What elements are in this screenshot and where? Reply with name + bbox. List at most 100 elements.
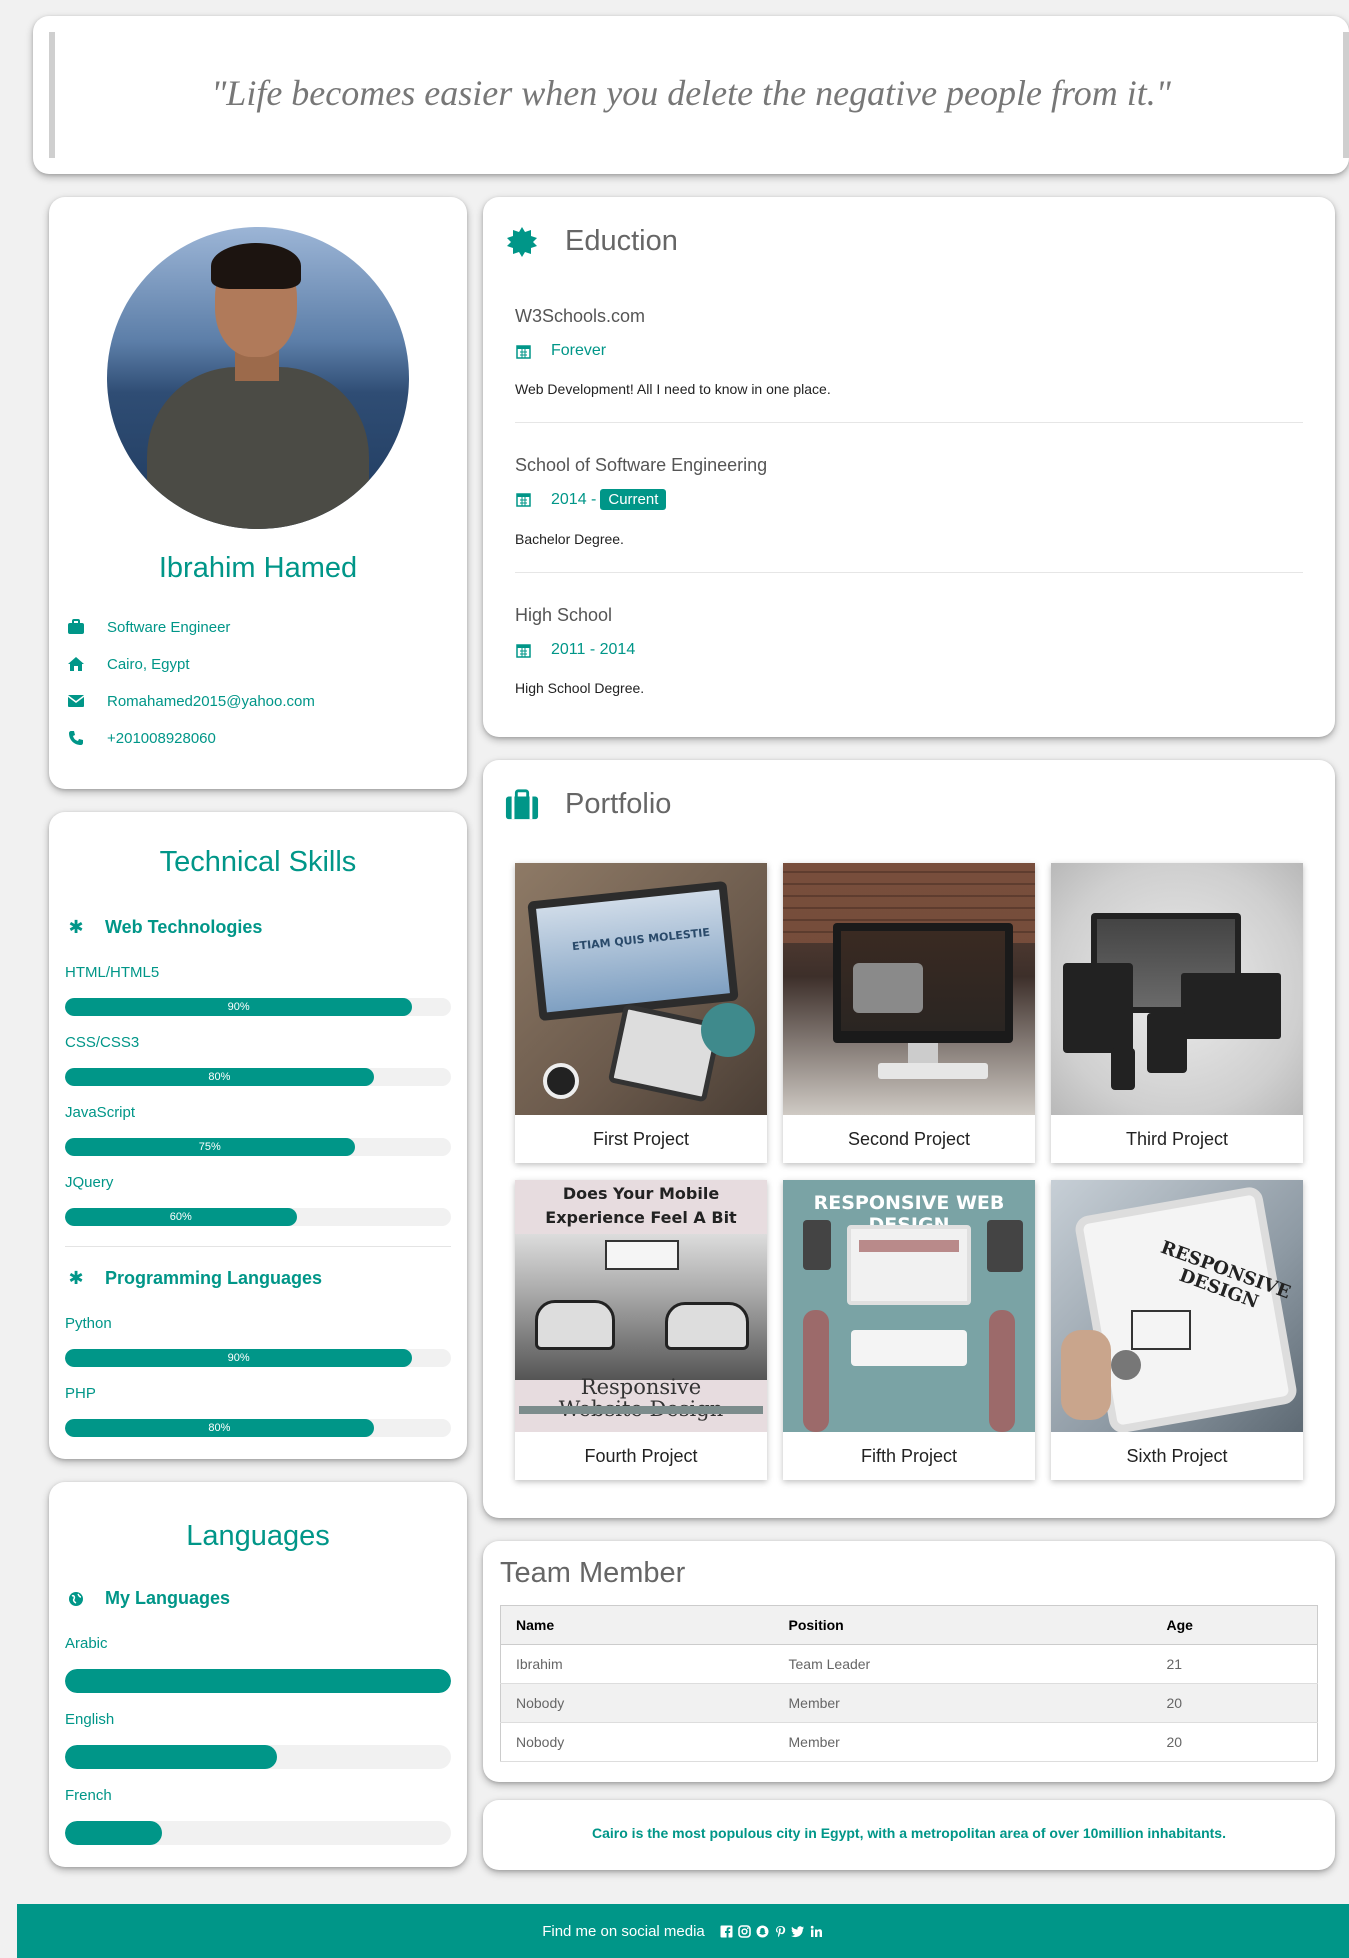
table-cell: Nobody xyxy=(500,1722,774,1762)
skills-group-web: ✱ Web Technologies xyxy=(67,917,262,938)
edu-desc: Web Development! All I need to know in o… xyxy=(515,381,831,397)
skill-bar-fill: 90% xyxy=(65,998,413,1016)
team-table: Name Position Age Ibrahim Team Leader 21… xyxy=(500,1605,1318,1762)
divider xyxy=(65,1246,451,1247)
project-image xyxy=(1051,863,1303,1115)
edu-date: 2011 - 2014 xyxy=(515,641,635,659)
table-cell: Ibrahim xyxy=(500,1644,774,1684)
instagram-icon[interactable] xyxy=(737,1924,752,1939)
project-card[interactable]: RESPONSIVE DESIGN Sixth Project xyxy=(1051,1180,1303,1480)
skill-label: JavaScript xyxy=(65,1104,136,1121)
team-card: Team Member Name Position Age Ibrahim Te… xyxy=(483,1541,1335,1782)
project-caption: Third Project xyxy=(1125,1128,1229,1149)
language-label: French xyxy=(65,1787,112,1804)
skill-bar-fill: 80% xyxy=(65,1068,374,1086)
briefcase-icon xyxy=(505,788,539,821)
linkedin-icon[interactable] xyxy=(809,1924,824,1939)
email-link[interactable]: Romahamed2015@yahoo.com xyxy=(107,693,315,710)
quote-card: "Life becomes easier when you delete the… xyxy=(33,16,1349,174)
education-header: Eduction xyxy=(505,225,678,258)
snapchat-icon[interactable] xyxy=(755,1924,770,1939)
social-icons xyxy=(719,1924,824,1939)
calendar-icon xyxy=(515,344,531,359)
phone-link[interactable]: +201008928060 xyxy=(107,730,216,747)
profile-name: Ibrahim Hamed xyxy=(158,552,358,584)
project-card[interactable]: Third Project xyxy=(1051,863,1303,1163)
project-card[interactable]: RESPONSIVE WEB DESIGN Fifth Project xyxy=(783,1180,1035,1480)
project-card[interactable]: Does Your Mobile Experience Feel A Bit B… xyxy=(515,1180,767,1480)
project-caption: Fifth Project xyxy=(860,1445,958,1466)
info-card: Cairo is the most populous city in Egypt… xyxy=(483,1800,1335,1870)
table-cell: Nobody xyxy=(500,1683,774,1723)
project-image: Does Your Mobile Experience Feel A Bit B… xyxy=(515,1180,767,1432)
skill-label: PHP xyxy=(65,1385,96,1402)
table-row: Nobody Member 20 xyxy=(500,1722,1318,1762)
edu-school: W3Schools.com xyxy=(515,306,646,326)
portfolio-header: Portfolio xyxy=(505,788,671,821)
language-bar-fill xyxy=(65,1821,162,1845)
skill-bar-fill: 90% xyxy=(65,1349,413,1367)
education-card: Eduction W3Schools.com Forever Web Devel… xyxy=(483,197,1335,737)
edu-date-text: 2011 - 2014 xyxy=(551,641,636,658)
table-cell: Member xyxy=(773,1683,1152,1723)
table-row: Nobody Member 20 xyxy=(500,1683,1318,1723)
portfolio-title: Portfolio xyxy=(565,788,672,820)
project-caption: First Project xyxy=(592,1128,689,1149)
project-caption: Sixth Project xyxy=(1126,1445,1228,1466)
skill-label: Python xyxy=(65,1315,112,1332)
skill-bar: 90% xyxy=(65,998,451,1016)
skill-bar: 75% xyxy=(65,1138,451,1156)
footer-text: Find me on social media xyxy=(542,1922,705,1940)
info-email[interactable]: Romahamed2015@yahoo.com xyxy=(67,689,315,713)
education-title: Eduction xyxy=(565,225,678,257)
languages-group: My Languages xyxy=(67,1588,230,1609)
divider xyxy=(515,422,1303,423)
footer: Find me on social media xyxy=(17,1904,1349,1958)
quote-text: "Life becomes easier when you delete the… xyxy=(211,73,1171,113)
job-title: Software Engineer xyxy=(107,618,231,636)
edu-date: Forever xyxy=(515,342,606,360)
facebook-icon[interactable] xyxy=(719,1924,734,1939)
info-phone[interactable]: +201008928060 xyxy=(67,726,216,750)
edu-school: School of Software Engineering xyxy=(515,455,768,475)
current-badge: Current xyxy=(600,489,667,510)
info-location: Cairo, Egypt xyxy=(67,652,190,676)
twitter-icon[interactable] xyxy=(791,1924,806,1939)
globe-icon xyxy=(67,1591,85,1607)
table-cell: 20 xyxy=(1151,1683,1318,1723)
project-card[interactable]: Second Project xyxy=(783,863,1035,1163)
info-job: Software Engineer xyxy=(67,615,230,639)
table-cell: 20 xyxy=(1151,1722,1318,1762)
table-row: Ibrahim Team Leader 21 xyxy=(500,1644,1318,1684)
skill-bar: 60% xyxy=(65,1208,451,1226)
skill-bar: 80% xyxy=(65,1419,451,1437)
skill-bar: 90% xyxy=(65,1349,451,1367)
calendar-icon xyxy=(515,643,531,658)
project-image xyxy=(783,863,1035,1115)
project-image: RESPONSIVE DESIGN xyxy=(1051,1180,1303,1432)
pinterest-icon[interactable] xyxy=(773,1924,788,1939)
skill-label: JQuery xyxy=(65,1174,114,1191)
skills-title: Technical Skills xyxy=(159,846,357,878)
skill-bar-fill: 60% xyxy=(65,1208,297,1226)
group-title-text: My Languages xyxy=(105,1588,231,1608)
asterisk-icon: ✱ xyxy=(68,1268,84,1288)
portfolio-card: Portfolio ETIAM QUIS MOLESTIE First Proj… xyxy=(483,760,1335,1518)
project-card[interactable]: ETIAM QUIS MOLESTIE First Project xyxy=(515,863,767,1163)
envelope-icon xyxy=(67,692,85,710)
quote-left-border xyxy=(49,32,55,158)
table-cell: Team Leader xyxy=(773,1644,1152,1684)
table-header-row: Name Position Age xyxy=(500,1605,1318,1645)
edu-school: High School xyxy=(515,605,613,625)
phone-icon xyxy=(67,729,85,747)
skills-group-programming: ✱ Programming Languages xyxy=(67,1268,322,1289)
language-bar xyxy=(65,1745,451,1769)
skills-card: Technical Skills ✱ Web Technologies HTML… xyxy=(49,812,467,1459)
skill-bar-fill: 75% xyxy=(65,1138,355,1156)
language-bar-fill xyxy=(65,1669,451,1693)
skill-bar: 80% xyxy=(65,1068,451,1086)
project-caption: Fourth Project xyxy=(584,1445,698,1466)
edu-desc: High School Degree. xyxy=(515,680,645,696)
column-header: Position xyxy=(773,1605,1152,1645)
group-title-text: Programming Languages xyxy=(105,1268,323,1288)
